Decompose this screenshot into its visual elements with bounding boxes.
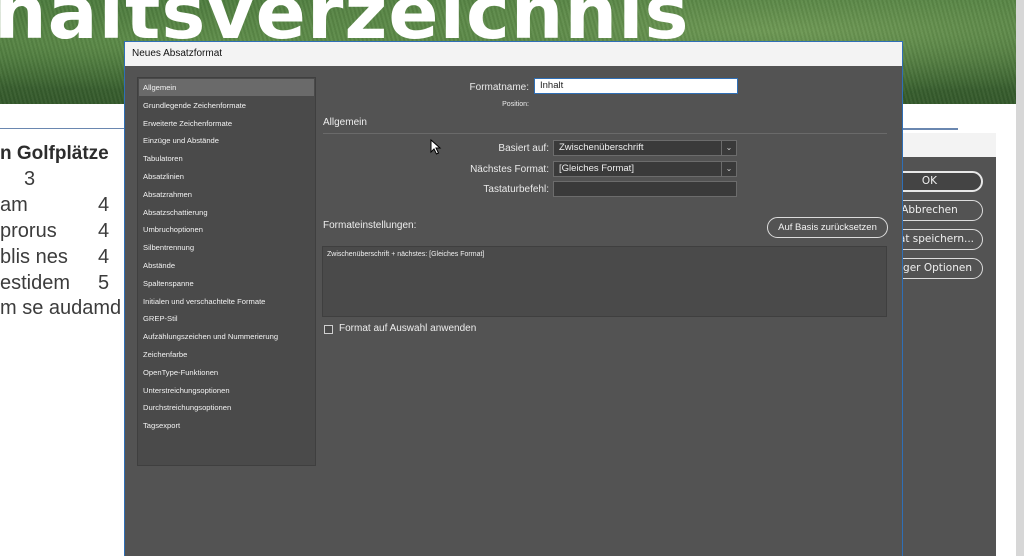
category-item[interactable]: Initialen und verschachtelte Formate <box>139 293 314 310</box>
document-row: m se audamd <box>0 297 122 319</box>
new-paragraph-style-dialog: Neues Absatzformat Allgemein Grundlegende… <box>124 41 903 556</box>
category-item[interactable]: Tabulatoren <box>139 150 314 167</box>
document-row: am <box>0 194 28 216</box>
format-settings-summary: Zwischenüberschrift + nächstes: [Gleiche… <box>322 246 887 317</box>
next-format-label: Nächstes Format: <box>470 164 549 175</box>
section-divider <box>323 133 887 134</box>
based-on-value: Zwischenüberschrift <box>559 142 644 153</box>
category-item[interactable]: Erweiterte Zeichenformate <box>139 115 314 132</box>
background-dialog <box>902 133 996 556</box>
category-item[interactable]: Tagsexport <box>139 417 314 434</box>
apply-format-checkbox[interactable] <box>324 325 333 334</box>
document-row-number: 4 <box>98 246 110 268</box>
format-name-input[interactable]: Inhalt <box>534 78 738 94</box>
chevron-down-icon: ⌄ <box>721 162 736 176</box>
category-item[interactable]: Absatzrahmen <box>139 186 314 203</box>
document-row: estidem <box>0 272 71 294</box>
category-item[interactable]: Unterstreichungsoptionen <box>139 382 314 399</box>
category-item[interactable]: Spaltenspanne <box>139 275 314 292</box>
mouse-pointer-icon <box>430 139 442 155</box>
document-row-number: 4 <box>98 194 110 216</box>
document-title: haltsverzeichnis <box>0 0 690 56</box>
document-row: 3 <box>24 168 36 190</box>
next-format-dropdown[interactable]: [Gleiches Format] ⌄ <box>553 161 737 177</box>
next-format-value: [Gleiches Format] <box>559 163 634 174</box>
based-on-label: Basiert auf: <box>498 143 549 154</box>
category-item[interactable]: Absatzlinien <box>139 168 314 185</box>
document-row-number: 5 <box>98 272 110 294</box>
apply-format-label[interactable]: Format auf Auswahl anwenden <box>339 323 476 334</box>
position-label: Position: <box>502 101 529 108</box>
category-item[interactable]: OpenType-Funktionen <box>139 364 314 381</box>
category-item[interactable]: Durchstreichungsoptionen <box>139 399 314 416</box>
reset-to-base-button[interactable]: Auf Basis zurücksetzen <box>767 217 888 238</box>
category-list[interactable]: Allgemein Grundlegende Zeichenformate Erwe… <box>137 77 316 466</box>
shortcut-label: Tastaturbefehl: <box>483 184 549 195</box>
document-rule <box>0 128 126 129</box>
document-row: prorus <box>0 220 57 242</box>
pasteboard-strip <box>1016 0 1024 556</box>
chevron-down-icon: ⌄ <box>721 141 736 155</box>
category-item[interactable]: GREP-Stil <box>139 310 314 327</box>
based-on-dropdown[interactable]: Zwischenüberschrift ⌄ <box>553 140 737 156</box>
category-item[interactable]: Silbentrennung <box>139 239 314 256</box>
document-row: blis nes <box>0 246 68 268</box>
document-rule <box>902 128 958 130</box>
category-item[interactable]: Zeichenfarbe <box>139 346 314 363</box>
summary-text: Zwischenüberschrift + nächstes: [Gleiche… <box>327 251 485 258</box>
format-name-label: Formatname: <box>469 82 529 93</box>
document-row-number: 4 <box>98 220 110 242</box>
category-item[interactable]: Einzüge und Abstände <box>139 132 314 149</box>
background-dialog-titlebar <box>902 133 996 157</box>
category-item[interactable]: Grundlegende Zeichenformate <box>139 97 314 114</box>
category-item[interactable]: Allgemein <box>139 79 314 96</box>
category-item[interactable]: Abstände <box>139 257 314 274</box>
shortcut-input[interactable] <box>553 181 737 197</box>
section-heading-general: Allgemein <box>323 117 367 128</box>
document-heading: n Golfplätze <box>0 143 109 164</box>
category-item[interactable]: Umbruchoptionen <box>139 221 314 238</box>
format-settings-label: Formateinstellungen: <box>323 220 417 231</box>
category-item[interactable]: Aufzählungszeichen und Nummerierung <box>139 328 314 345</box>
category-item[interactable]: Absatzschattierung <box>139 204 314 221</box>
